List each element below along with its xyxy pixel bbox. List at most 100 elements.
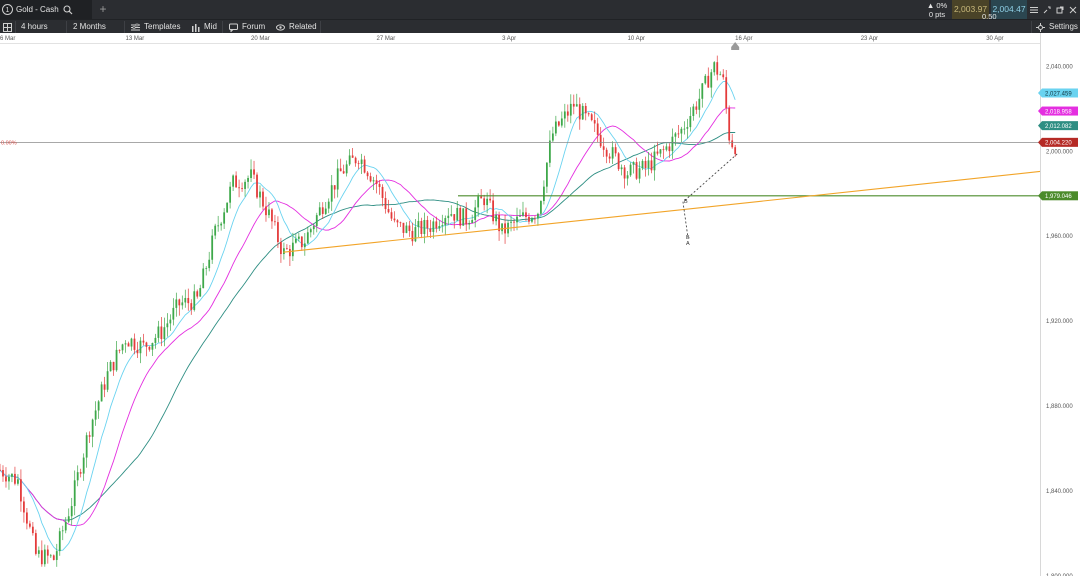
expand-icon[interactable] xyxy=(1043,6,1051,14)
projection-label: A xyxy=(686,241,690,247)
candle-body xyxy=(414,227,417,242)
candle-body xyxy=(14,473,16,484)
candle-body xyxy=(653,151,656,171)
candle-body xyxy=(537,213,539,219)
candle-body xyxy=(348,155,351,165)
candle-body xyxy=(229,186,232,203)
candle-body xyxy=(363,159,366,173)
candle-body xyxy=(247,177,249,182)
candle-body xyxy=(372,180,375,182)
candle-body xyxy=(519,215,521,217)
candle-body xyxy=(151,342,154,350)
candle-body xyxy=(534,218,536,220)
candle-body xyxy=(5,476,7,482)
related-button[interactable]: Related xyxy=(276,20,317,34)
candle-body xyxy=(680,128,683,134)
candle-body xyxy=(668,146,671,152)
forum-label: Forum xyxy=(242,22,266,31)
candle-body xyxy=(692,106,695,116)
candle-body xyxy=(2,470,4,477)
candle-body xyxy=(704,75,707,84)
settings-button[interactable]: Settings xyxy=(1036,20,1078,34)
support-level-badge-label: 1,979.046 xyxy=(1045,194,1072,200)
candle-body xyxy=(399,222,402,224)
candle-body xyxy=(695,106,698,110)
candle-body xyxy=(256,174,258,198)
candle-body xyxy=(471,219,474,223)
candle-body xyxy=(291,242,294,257)
candle-body xyxy=(453,214,456,221)
candle-body xyxy=(187,297,190,304)
close-icon[interactable] xyxy=(1069,6,1077,14)
forum-button[interactable]: Forum xyxy=(229,20,265,34)
candle-body xyxy=(456,207,459,221)
level-percent-label: 0.00% xyxy=(1,140,17,146)
candle-body xyxy=(94,410,97,420)
candle-body xyxy=(587,113,590,115)
candle-body xyxy=(103,384,106,390)
candle-body xyxy=(85,435,88,458)
candle-body xyxy=(241,188,243,189)
candle-body xyxy=(632,162,635,165)
candle-body xyxy=(40,550,43,565)
x-tick-label: 23 Apr xyxy=(861,36,878,42)
candle-body xyxy=(423,219,426,234)
candle-body xyxy=(572,103,575,107)
candle-body xyxy=(262,191,264,207)
candle-body xyxy=(510,221,512,223)
candle-body xyxy=(297,236,300,239)
candle-body xyxy=(145,342,148,347)
candle-body xyxy=(333,185,336,190)
candle-body xyxy=(495,214,497,222)
price-type-label: Mid xyxy=(204,22,217,31)
candle-body xyxy=(402,222,405,233)
x-tick-label: 30 Apr xyxy=(986,36,1003,42)
candle-body xyxy=(217,225,220,227)
candle-body xyxy=(569,103,572,116)
candle-body xyxy=(97,401,100,411)
candle-body xyxy=(8,476,10,482)
candle-body xyxy=(223,212,226,224)
templates-button[interactable]: Templates xyxy=(131,20,180,34)
candle-body xyxy=(483,198,486,206)
search-icon[interactable] xyxy=(63,4,73,15)
candle-body xyxy=(629,164,632,176)
candle-body xyxy=(336,168,339,190)
candle-body xyxy=(259,191,261,198)
candle-body xyxy=(160,326,163,340)
candle-body xyxy=(635,162,638,179)
candle-body xyxy=(154,337,157,343)
candle-body xyxy=(620,167,623,170)
candle-body xyxy=(429,228,432,232)
candle-body xyxy=(58,531,61,552)
price-type-button[interactable]: Mid xyxy=(191,20,217,34)
gear-icon xyxy=(1036,22,1045,32)
candle-body xyxy=(339,168,342,172)
popout-icon[interactable] xyxy=(1056,6,1064,14)
price-chart[interactable]: 6 Mar 13 Mar 20 Mar 27 Mar 3 Apr 10 Apr 16 Apr… xyxy=(0,33,1080,576)
candle-body xyxy=(17,479,19,484)
candle-body xyxy=(665,146,668,150)
candle-body xyxy=(548,140,551,163)
candle-body xyxy=(563,111,566,119)
candle-body xyxy=(546,162,548,187)
candle-body xyxy=(447,215,450,219)
interval-select[interactable]: 4 hours xyxy=(21,20,48,34)
candle-body xyxy=(516,216,518,223)
candle-body xyxy=(190,303,193,310)
candle-body xyxy=(674,133,677,137)
candle-body xyxy=(396,220,399,223)
menu-icon[interactable] xyxy=(1030,6,1038,14)
x-tick-label: 27 Mar xyxy=(377,36,396,42)
candle-body xyxy=(79,472,82,474)
candle-body xyxy=(459,207,462,226)
range-select[interactable]: 2 Months xyxy=(73,20,106,34)
instrument-tab[interactable]: 1 Gold - Cash xyxy=(0,0,92,19)
add-tab-button[interactable]: + xyxy=(96,0,110,19)
candle-body xyxy=(513,221,515,223)
candle-body xyxy=(23,501,25,513)
candle-body xyxy=(43,549,46,565)
candle-body xyxy=(220,223,223,226)
candle-body xyxy=(300,236,303,248)
candle-body xyxy=(731,140,734,148)
